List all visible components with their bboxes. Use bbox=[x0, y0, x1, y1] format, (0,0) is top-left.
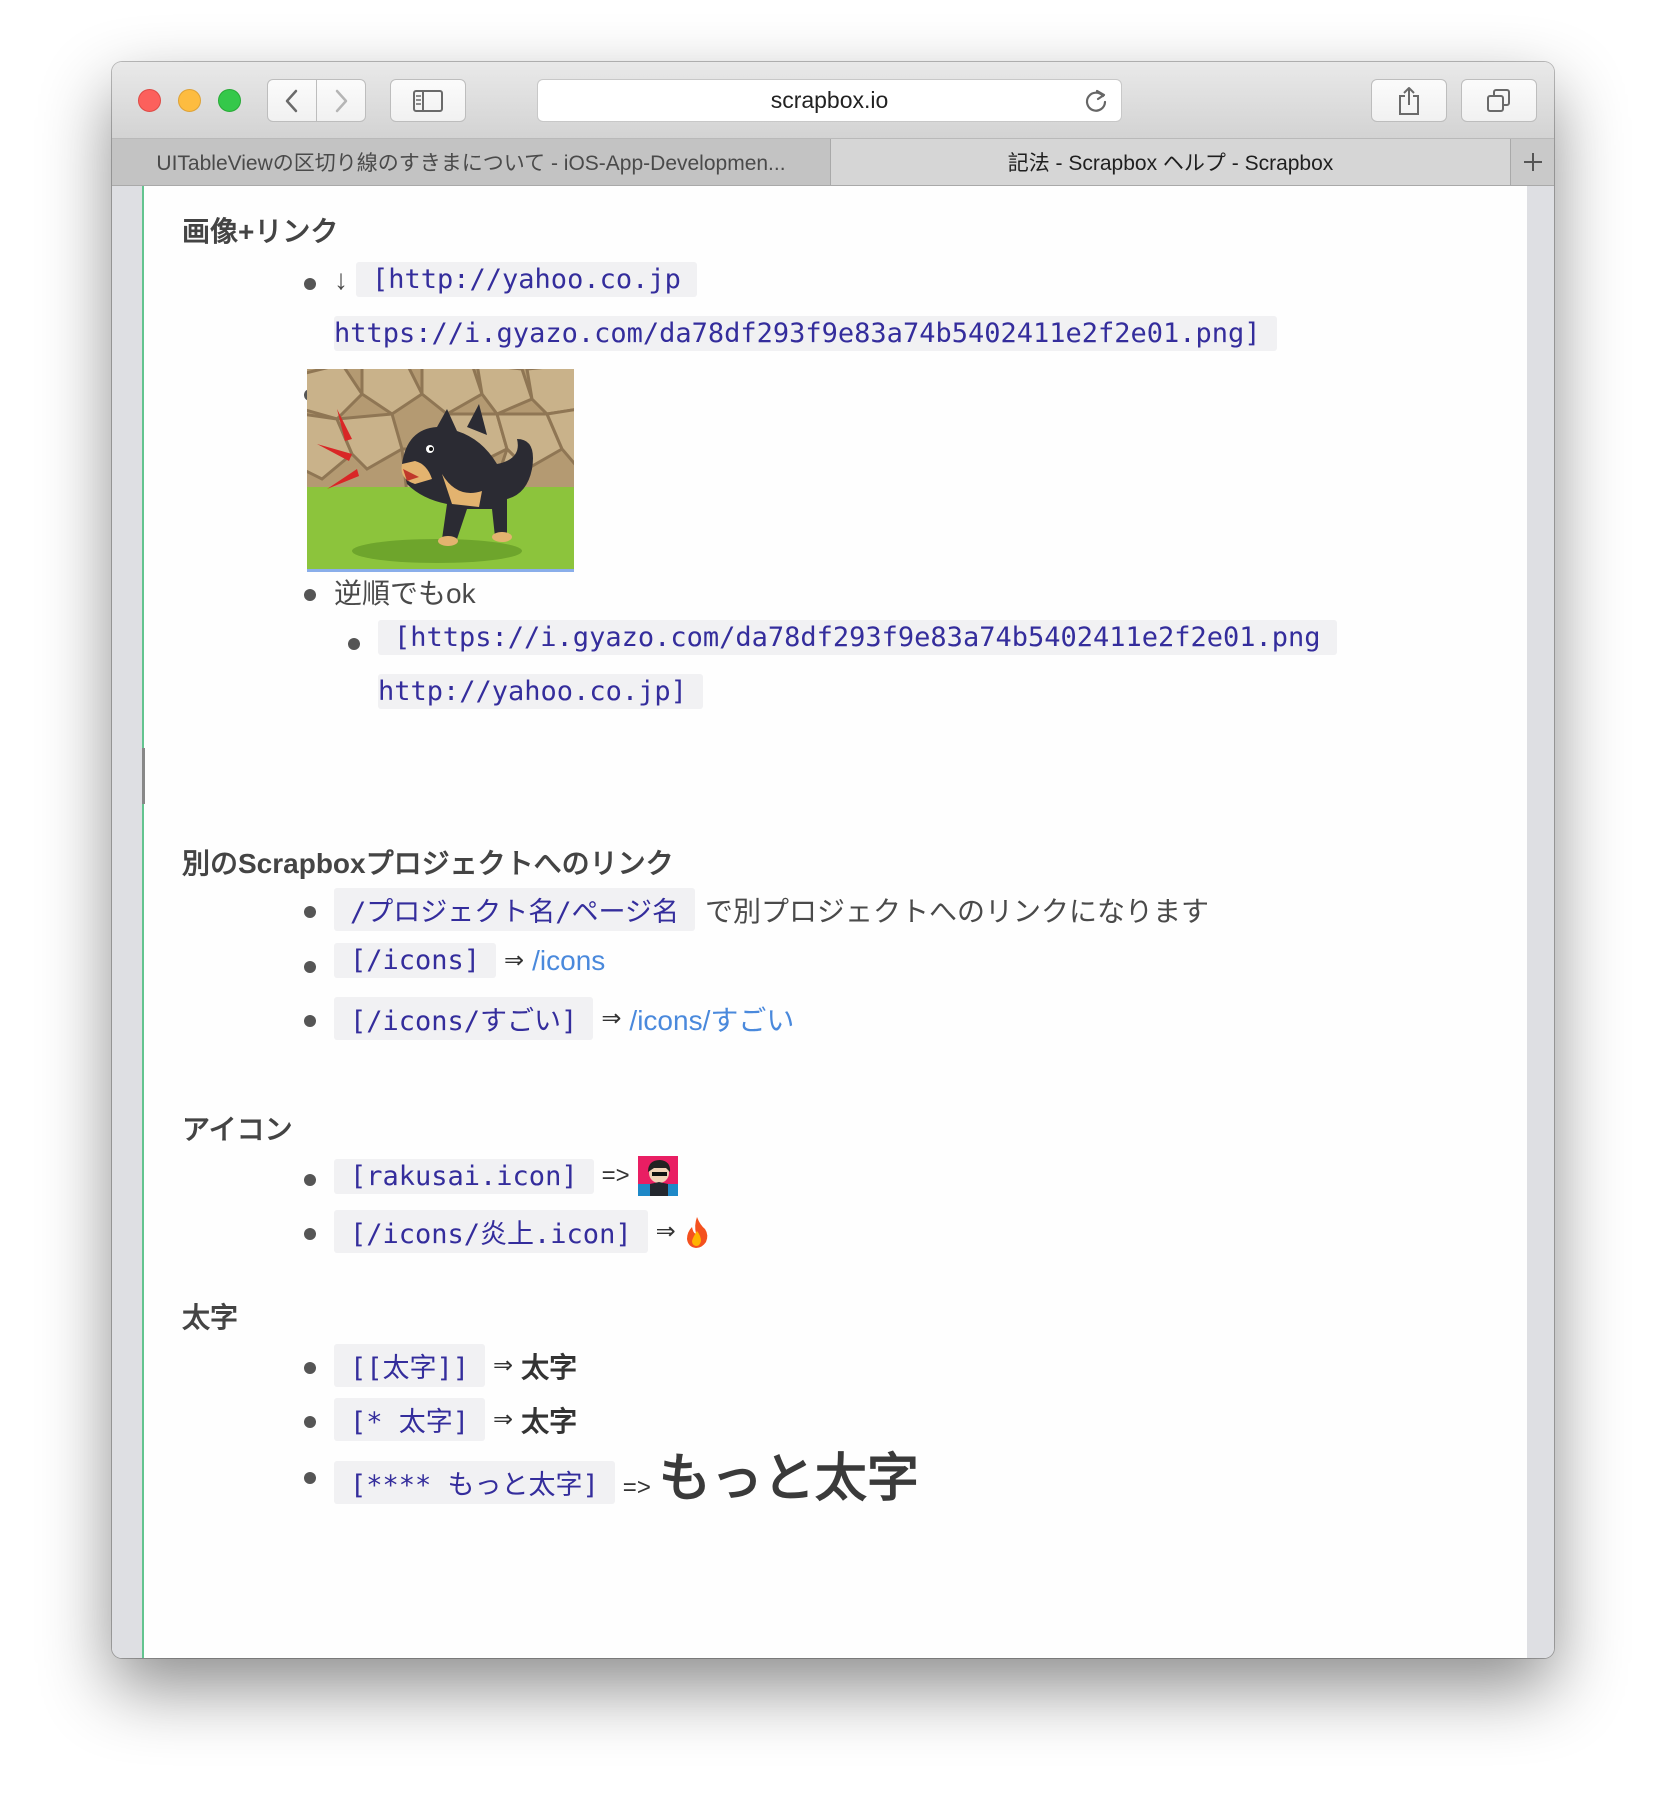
toolbar: scrapbox.io bbox=[112, 62, 1554, 139]
code-inline[interactable]: http://yahoo.co.jp] bbox=[378, 674, 703, 709]
arrow-text: => bbox=[622, 1474, 651, 1501]
list-item-reverse-code-cont: http://yahoo.co.jp] bbox=[378, 674, 703, 709]
show-tabs-button[interactable] bbox=[1461, 79, 1537, 122]
share-button[interactable] bbox=[1371, 79, 1447, 122]
list-item-image-link-cont: https://i.gyazo.com/da78df293f9e83a74b54… bbox=[334, 316, 1277, 351]
bullet bbox=[304, 961, 316, 973]
code-inline[interactable]: https://i.gyazo.com/da78df293f9e83a74b54… bbox=[334, 316, 1277, 351]
arrow-text: ⇒ bbox=[601, 1005, 622, 1032]
bullet bbox=[304, 278, 316, 290]
code-inline[interactable]: [* 太字] bbox=[334, 1398, 486, 1441]
code-inline[interactable]: /プロジェクト名/ページ名 bbox=[334, 888, 695, 931]
code-inline[interactable]: [http://yahoo.co.jp bbox=[356, 262, 697, 297]
bullet bbox=[304, 906, 316, 918]
bullet bbox=[304, 589, 316, 601]
tab-uitableview[interactable]: UITableViewの区切り線のすきまについて - iOS-App-Devel… bbox=[112, 139, 831, 185]
code-inline[interactable]: [[太字]] bbox=[334, 1344, 486, 1387]
list-item-reverse-code: [https://i.gyazo.com/da78df293f9e83a74b5… bbox=[378, 620, 1337, 655]
code-inline[interactable]: [https://i.gyazo.com/da78df293f9e83a74b5… bbox=[378, 620, 1337, 655]
rakusai-avatar-icon[interactable] bbox=[637, 1156, 678, 1196]
minimize-window-button[interactable] bbox=[178, 89, 201, 112]
line-cursor-indicator bbox=[142, 748, 145, 804]
code-inline[interactable]: [/icons/すごい] bbox=[334, 997, 594, 1040]
address-bar[interactable]: scrapbox.io bbox=[537, 79, 1122, 122]
icons-link[interactable]: /icons bbox=[532, 945, 605, 977]
fire-icon[interactable] bbox=[684, 1215, 710, 1249]
list-item-image-link: ↓ [http://yahoo.co.jp bbox=[334, 262, 697, 297]
tab-scrapbox-help[interactable]: 記法 - Scrapbox ヘルプ - Scrapbox bbox=[831, 139, 1510, 185]
forward-button[interactable] bbox=[316, 79, 366, 122]
list-item-project-link: /プロジェクト名/ページ名 で別プロジェクトへのリンクになります bbox=[334, 888, 1209, 931]
arrow-text: ⇒ bbox=[493, 1352, 514, 1379]
list-item-bold-3: [**** もっと太字] => もっと太字 bbox=[334, 1448, 919, 1510]
bullet bbox=[348, 638, 360, 650]
barking-dog-image[interactable] bbox=[307, 369, 574, 572]
tab-bar: UITableViewの区切り線のすきまについて - iOS-App-Devel… bbox=[112, 139, 1554, 186]
tab-label: UITableViewの区切り線のすきまについて - iOS-App-Devel… bbox=[156, 152, 786, 175]
bold-xl-result-text: もっと太字 bbox=[658, 1450, 919, 1508]
bullet bbox=[304, 1174, 316, 1186]
list-item-rakusai-icon: [rakusai.icon] => bbox=[334, 1156, 678, 1196]
page-viewport: 画像+リンク ↓ [http://yahoo.co.jp https://i.g… bbox=[112, 186, 1554, 1658]
list-item-icons-link: [/icons] ⇒ /icons bbox=[334, 943, 605, 978]
chevron-right-icon bbox=[335, 89, 348, 112]
tab-label: 記法 - Scrapbox ヘルプ - Scrapbox bbox=[1007, 152, 1334, 175]
plus-icon bbox=[1524, 153, 1542, 171]
list-item-enjo-icon: [/icons/炎上.icon] ⇒ bbox=[334, 1210, 710, 1253]
code-inline[interactable]: [rakusai.icon] bbox=[334, 1158, 594, 1194]
heading-bold: 太字 bbox=[182, 1302, 239, 1333]
sidebar-icon bbox=[413, 89, 443, 112]
list-item-bold-1: [[太字]] ⇒ 太字 bbox=[334, 1344, 577, 1387]
description-text: で別プロジェクトへのリンクになります bbox=[704, 895, 1209, 927]
down-arrow-text: ↓ bbox=[334, 263, 348, 295]
sidebar-toggle-button[interactable] bbox=[390, 79, 466, 122]
chevron-left-icon bbox=[285, 89, 298, 112]
back-button[interactable] bbox=[267, 79, 317, 122]
arrow-text: ⇒ bbox=[655, 1218, 676, 1245]
bold-result-text: 太字 bbox=[521, 1351, 578, 1383]
heading-icon: アイコン bbox=[182, 1114, 293, 1145]
arrow-text: => bbox=[601, 1162, 630, 1189]
heading-project-link: 別のScrapboxプロジェクトへのリンク bbox=[182, 848, 674, 879]
close-window-button[interactable] bbox=[138, 89, 161, 112]
bullet bbox=[304, 1362, 316, 1374]
bullet bbox=[304, 1015, 316, 1027]
tabs-overview-icon bbox=[1487, 88, 1510, 112]
bold-result-text: 太字 bbox=[521, 1405, 578, 1437]
zoom-window-button[interactable] bbox=[218, 89, 241, 112]
code-inline[interactable]: [**** もっと太字] bbox=[334, 1461, 615, 1504]
reload-icon[interactable] bbox=[1083, 88, 1109, 114]
bullet bbox=[304, 1472, 316, 1484]
screen: scrapbox.io UITableViewの区切り線のすきまについて - i… bbox=[0, 0, 1666, 1818]
code-inline[interactable]: [/icons] bbox=[334, 943, 497, 978]
heading-image-link: 画像+リンク bbox=[182, 216, 339, 247]
list-item-reverse: 逆順でもok bbox=[334, 572, 476, 612]
browser-window: scrapbox.io UITableViewの区切り線のすきまについて - i… bbox=[112, 62, 1554, 1658]
reverse-text: 逆順でもok bbox=[334, 578, 476, 609]
address-text: scrapbox.io bbox=[770, 87, 889, 113]
bullet bbox=[304, 1416, 316, 1428]
arrow-text: ⇒ bbox=[493, 1406, 514, 1433]
sugoi-link[interactable]: /icons/すごい bbox=[629, 999, 794, 1039]
share-icon bbox=[1399, 86, 1419, 115]
code-inline[interactable]: [/icons/炎上.icon] bbox=[334, 1210, 648, 1253]
list-item-bold-2: [* 太字] ⇒ 太字 bbox=[334, 1398, 577, 1441]
arrow-text: ⇒ bbox=[504, 947, 525, 974]
new-tab-button[interactable] bbox=[1510, 139, 1554, 185]
barking-dog-illustration bbox=[307, 369, 574, 569]
bullet bbox=[304, 1228, 316, 1240]
list-item-sugoi-link: [/icons/すごい] ⇒ /icons/すごい bbox=[334, 997, 794, 1040]
